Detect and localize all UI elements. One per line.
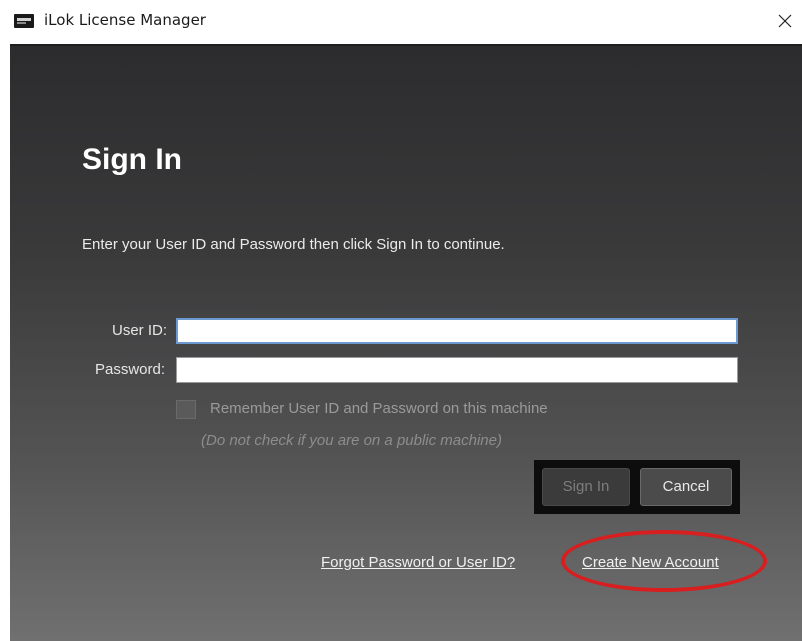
instructions-text: Enter your User ID and Password then cli…	[82, 236, 505, 253]
ilok-app-icon	[14, 14, 34, 28]
create-account-link[interactable]: Create New Account	[582, 554, 719, 571]
button-group: Sign In Cancel	[534, 460, 740, 514]
user-id-input[interactable]	[176, 318, 738, 344]
cancel-button[interactable]: Cancel	[640, 468, 732, 506]
password-label: Password:	[94, 361, 165, 378]
title-bar: iLok License Manager	[0, 0, 802, 44]
forgot-password-link[interactable]: Forgot Password or User ID?	[321, 554, 515, 571]
remember-label[interactable]: Remember User ID and Password on this ma…	[210, 400, 548, 417]
password-input[interactable]	[176, 357, 738, 383]
window-title: iLok License Manager	[44, 11, 206, 29]
page-title: Sign In	[82, 143, 182, 176]
close-icon	[778, 14, 792, 28]
sign-in-button[interactable]: Sign In	[542, 468, 630, 506]
user-id-label: User ID:	[111, 322, 167, 339]
signin-panel: Sign In Enter your User ID and Password …	[10, 44, 802, 641]
close-button[interactable]	[770, 6, 800, 36]
remember-hint: (Do not check if you are on a public mac…	[201, 432, 502, 449]
remember-checkbox[interactable]	[176, 400, 196, 419]
